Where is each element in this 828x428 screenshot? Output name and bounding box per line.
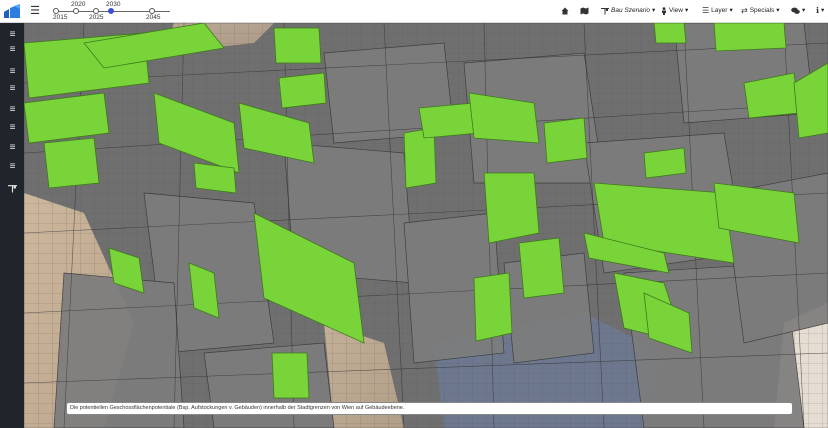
sidebar-list-icon-6[interactable]: ≡ [7,122,18,133]
chevron-down-icon: ▾ [729,7,733,14]
city-3d-map[interactable] [24,23,828,428]
layer-dropdown[interactable]: ☰ Layer ▾ [702,4,733,18]
timeline-label-2030: 2030 [106,1,121,8]
chevron-down-icon: ▾ [802,7,806,14]
home-button[interactable] [561,4,569,18]
layer-label: Layer [711,7,728,14]
chevron-down-icon: ▾ [776,7,780,14]
home-icon [561,7,569,15]
specials-dropdown[interactable]: ⇄ Specials ▾ [741,4,780,18]
map-icon [580,7,589,15]
timeline-label-2020: 2020 [71,1,86,8]
sidebar-list-icon-3[interactable]: ≡ [7,66,18,77]
info-dropdown[interactable]: ℹ ▾ [816,4,824,18]
sidebar-list-icon-4[interactable]: ≡ [7,83,18,94]
timeline-label-2045: 2045 [146,14,161,21]
chevron-down-icon: ▾ [652,7,656,14]
scenario-label: Bau Szenario [611,7,651,14]
sidebar-list-icon-1[interactable]: ≡ [7,29,18,40]
top-bar: ☰ 2020 2030 2015 2025 2045 Bau Szenario … [0,0,828,23]
comments-icon [791,7,800,14]
specials-label: Specials [749,7,775,14]
crane-icon [601,8,609,15]
person-icon [662,7,666,15]
chevron-down-icon: ▾ [821,7,825,14]
sidebar-list-icon-2[interactable]: ≡ [7,44,18,55]
sidebar: ≡ ≡ ≡ ≡ ≡ ≡ ≡ ≡ [0,23,24,428]
timeline-label-2025: 2025 [89,14,104,21]
menu-hamburger-icon[interactable]: ☰ [29,4,41,18]
sidebar-crane-icon[interactable] [7,184,18,195]
timeline-label-2015: 2015 [53,14,68,21]
list-icon: ☰ [702,6,710,15]
chevron-down-icon: ▾ [684,7,689,14]
app-logo [4,4,20,18]
sidebar-list-icon-7[interactable]: ≡ [7,142,18,153]
timeline-dot-2030[interactable] [108,8,114,14]
scenario-dropdown[interactable]: Bau Szenario ▾ [601,4,655,18]
map-button[interactable] [580,4,589,18]
view-dropdown[interactable]: View ▾ [661,4,688,18]
sidebar-list-icon-5[interactable]: ≡ [7,104,18,115]
chat-dropdown[interactable]: ▾ [791,4,805,18]
shuffle-icon: ⇄ [741,6,748,15]
map-caption: Die potentiellen Geschossflächenpotentia… [66,402,793,415]
info-icon: ℹ [816,6,820,15]
timeline-dot-2020[interactable] [73,8,79,14]
timeline-slider[interactable]: 2020 2030 2015 2025 2045 [52,0,172,23]
view-label: View [669,7,683,14]
sidebar-list-icon-8[interactable]: ≡ [7,161,18,172]
